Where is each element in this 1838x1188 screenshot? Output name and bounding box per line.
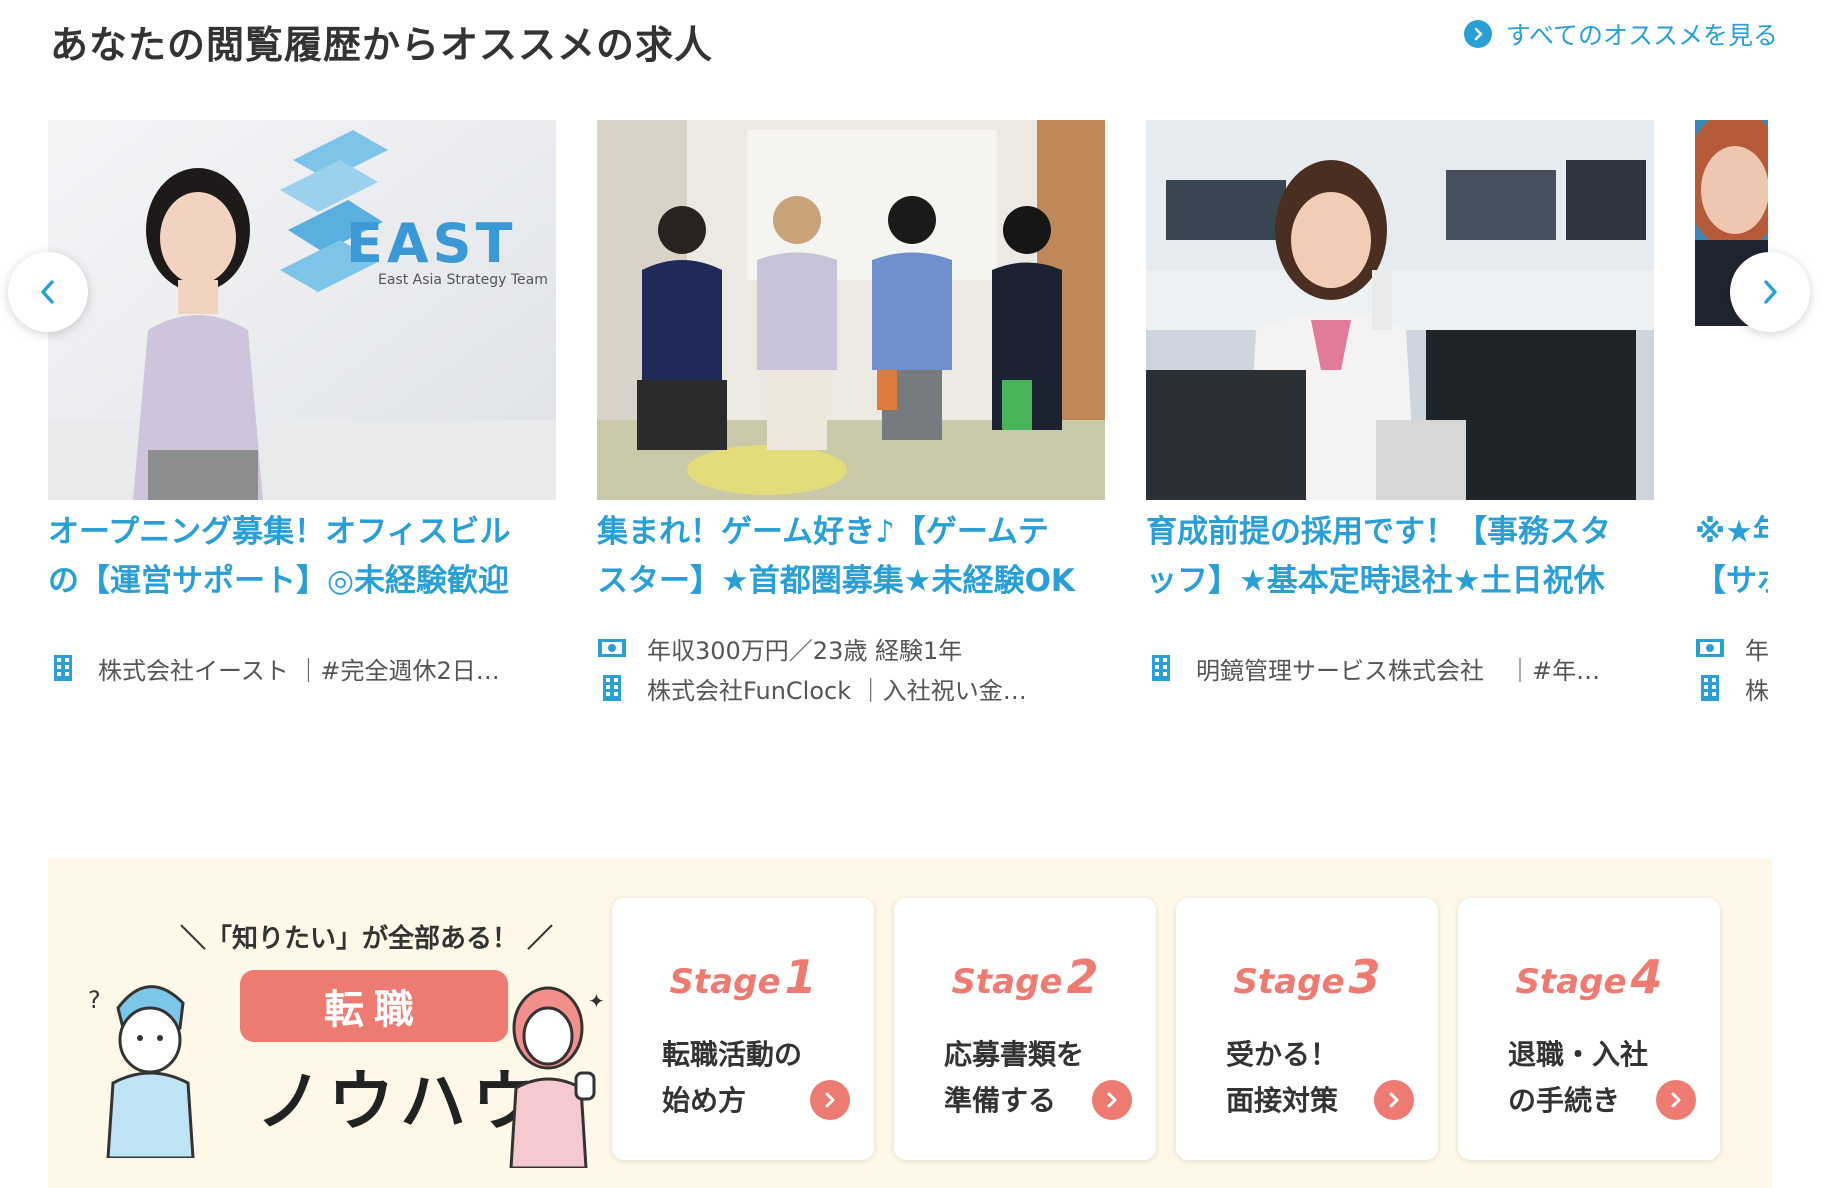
chevron-right-icon[interactable] [1092,1080,1132,1120]
knowhow-title: ノウハウ [256,1063,544,1140]
job-title[interactable]: オープニング募集！オフィスビル の【運営サポート】◎未経験歓迎 [48,508,556,606]
company-text: 株式会社FunClock ｜入社祝い金… [647,676,1027,705]
chevron-left-icon [41,280,54,304]
knowhow-banner: ＼「知りたい」が全部ある！ ／ 転職 ノウハウ ? ✦ Stage1 転職活動の… [48,858,1772,1188]
stage-text-line: 面接対策 [1226,1084,1339,1117]
stage-text-line: の手続き [1508,1084,1621,1117]
stage-card-2[interactable]: Stage2 応募書類を 準備する [894,898,1156,1160]
stage-word: Stage [951,962,1063,1002]
stage-number: 3 [1348,950,1381,1004]
job-title[interactable]: 育成前提の採用です！【事務スタ ッフ】★基本定時退社★土日祝休 [1146,508,1654,606]
company-text: 株 [1745,676,1768,705]
chevron-right-circle-icon [1463,20,1492,48]
job-title-line: スター】★首都圏募集★未経験OK [597,563,1075,599]
job-title-line: 育成前提の採用です！【事務スタ [1146,514,1611,550]
section-title: あなたの閲覧履歴からオススメの求人 [50,23,714,67]
building-icon [48,654,78,682]
job-card[interactable]: ※★年 【サポ 年 株 [1695,120,1768,708]
company-logo-subtext: East Asia Strategy Team [378,272,548,288]
see-all-link[interactable]: すべてのオススメを見る [1463,16,1778,52]
salary-text: 年 [1745,636,1768,665]
job-title-line: オープニング募集！オフィスビル [48,514,511,550]
svg-text:✦: ✦ [588,989,605,1013]
company-text: 明鏡管理サービス株式会社 ｜#年… [1196,656,1601,685]
salary-row: 年収300万円／23歳 経験1年 [597,628,1105,668]
thumbs-up-woman-illustration: ✦ [509,986,605,1168]
chevron-right-icon [1764,280,1777,304]
stage-text: 退職・入社 の手続き [1508,1032,1648,1124]
company-text: 株式会社イースト ｜#完全週休2日… [98,656,500,685]
stage-number: 1 [784,950,817,1004]
stage-label: Stage4 [1458,950,1720,1004]
stage-card-4[interactable]: Stage4 退職・入社 の手続き [1458,898,1720,1160]
job-title[interactable]: 集まれ！ゲーム好き♪【ゲームテ スター】★首都圏募集★未経験OK [597,508,1105,606]
job-photo [1146,120,1654,500]
stage-label: Stage1 [612,950,874,1004]
see-all-label: すべてのオススメを見る [1505,21,1778,50]
knowhow-tagline: ＼「知りたい」が全部ある！ ／ [180,924,554,954]
stage-text-line: 転職活動の [662,1038,803,1071]
company-row: 株式会社イースト ｜#完全週休2日… [48,648,556,688]
building-icon [597,674,627,702]
job-title-line: 集まれ！ゲーム好き♪【ゲームテ [597,514,1049,550]
thinking-man-illustration: ? [88,985,195,1158]
stage-number: 2 [1066,950,1099,1004]
job-card[interactable]: 集まれ！ゲーム好き♪【ゲームテ スター】★首都圏募集★未経験OK 年収300万円… [597,120,1105,708]
stage-card-1[interactable]: Stage1 転職活動の 始め方 [612,898,874,1160]
stage-word: Stage [1233,962,1345,1002]
salary-text: 年収300万円／23歳 経験1年 [647,636,963,665]
stage-label: Stage3 [1176,950,1438,1004]
company-row: 明鏡管理サービス株式会社 ｜#年… [1146,648,1654,688]
chevron-right-icon[interactable] [1656,1080,1696,1120]
banknote-icon [1695,638,1725,658]
stage-text-line: 始め方 [662,1084,747,1117]
stage-text: 応募書類を 準備する [944,1032,1084,1124]
banknote-icon [597,638,627,658]
stage-label: Stage2 [894,950,1156,1004]
company-row: 株式会社FunClock ｜入社祝い金… [597,668,1105,708]
stage-card-3[interactable]: Stage3 受かる！ 面接対策 [1176,898,1438,1160]
carousel-next-button[interactable] [1730,252,1810,332]
job-photo [597,120,1105,500]
stage-text: 転職活動の 始め方 [662,1032,802,1124]
salary-row: 年 [1695,628,1768,668]
carousel-prev-button[interactable] [8,252,88,332]
job-card[interactable]: 育成前提の採用です！【事務スタ ッフ】★基本定時退社★土日祝休 明鏡管理サービス… [1146,120,1654,688]
stage-word: Stage [1515,962,1627,1002]
svg-text:?: ? [88,986,101,1014]
job-title-line: ※★年 [1695,514,1768,550]
chevron-right-icon[interactable] [810,1080,850,1120]
stage-text-line: 応募書類を [944,1038,1085,1071]
stage-text-line: 受かる！ [1226,1038,1339,1071]
chevron-right-icon[interactable] [1374,1080,1414,1120]
stage-word: Stage [669,962,781,1002]
stage-number: 4 [1630,950,1663,1004]
job-photo: EAST East Asia Strategy Team [48,120,556,500]
company-logo-text: EAST [346,212,517,275]
stage-text-line: 退職・入社 [1508,1038,1649,1071]
job-title[interactable]: ※★年 【サポ [1695,508,1768,606]
building-icon [1695,674,1725,702]
company-row: 株 [1695,668,1768,708]
job-title-line: ッフ】★基本定時退社★土日祝休 [1146,563,1605,599]
building-icon [1146,654,1176,682]
knowhow-pill: 転職 [240,970,508,1042]
stage-text: 受かる！ 面接対策 [1226,1032,1338,1124]
job-title-line: 【サポ [1695,563,1768,599]
job-title-line: の【運営サポート】◎未経験歓迎 [48,563,510,599]
job-card[interactable]: EAST East Asia Strategy Team オープニング募集！オフ… [48,120,556,688]
job-carousel: EAST East Asia Strategy Team オープニング募集！オフ… [48,120,1768,760]
stage-text-line: 準備する [944,1084,1057,1117]
knowhow-heading[interactable]: ＼「知りたい」が全部ある！ ／ 転職 ノウハウ ? ✦ [88,918,608,1168]
